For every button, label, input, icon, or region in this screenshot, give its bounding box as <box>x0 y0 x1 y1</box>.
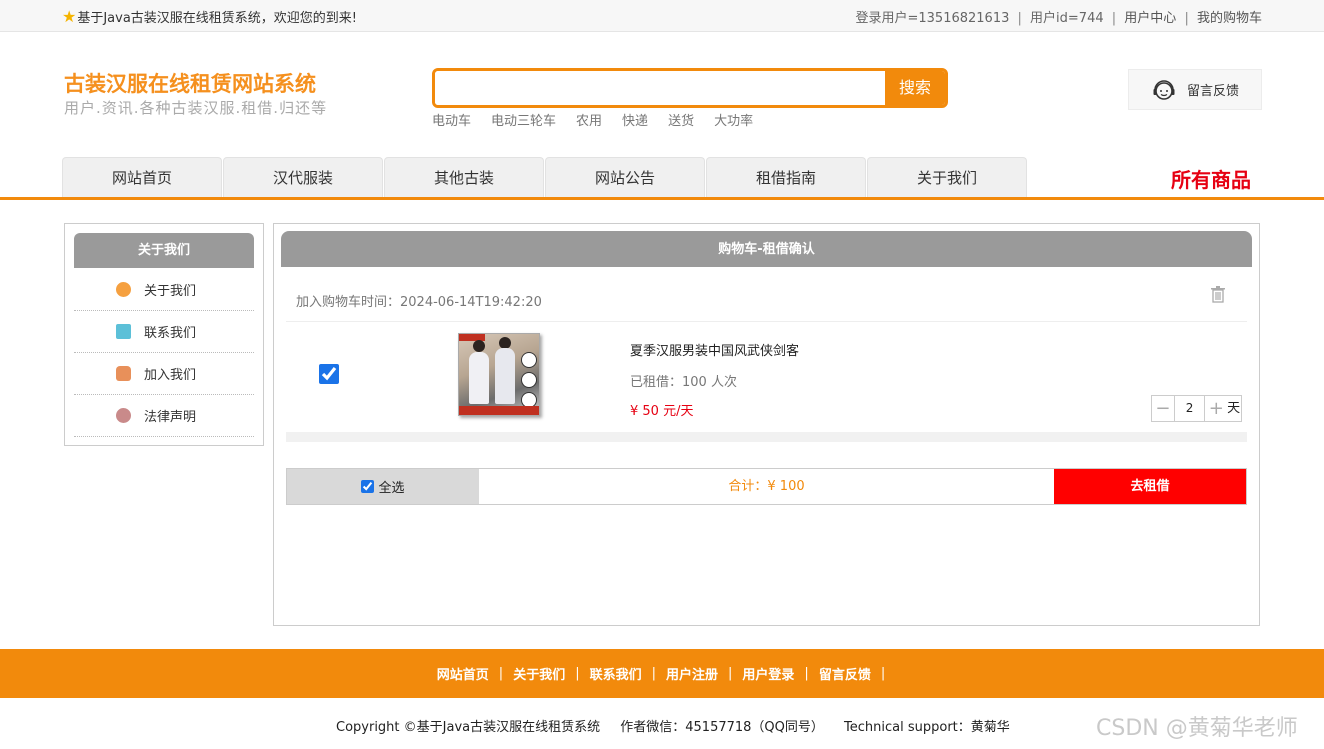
separator: | <box>1017 11 1022 26</box>
lock-icon <box>116 366 131 381</box>
image-detail-circle <box>521 352 537 368</box>
author-contact: 作者微信：45157718（QQ同号） <box>620 720 824 735</box>
sidebar-item-label: 联系我们 <box>144 326 197 341</box>
quantity-unit: 天 <box>1227 401 1241 416</box>
separator: | <box>804 666 809 681</box>
separator: | <box>880 666 886 681</box>
hotword-link[interactable]: 电动车 <box>432 110 471 129</box>
hotword-link[interactable]: 大功率 <box>714 110 753 129</box>
orange-circle-icon <box>116 282 131 297</box>
main-nav: 网站首页 汉代服装 其他古装 网站公告 租借指南 关于我们 <box>62 157 1028 197</box>
cart-added-time: 加入购物车时间：2024-06-14T19:42:20 <box>296 295 542 310</box>
all-goods-link[interactable]: 所有商品 <box>1171 164 1251 193</box>
star-icon: ★ <box>62 6 77 26</box>
nav-tab-home[interactable]: 网站首页 <box>62 157 222 197</box>
nav-tab-other-costumes[interactable]: 其他古装 <box>384 157 544 197</box>
search-box: 搜索 <box>432 68 948 108</box>
separator: | <box>1111 11 1117 26</box>
hotword-link[interactable]: 送货 <box>668 110 694 129</box>
select-all-label: 全选 <box>378 481 405 496</box>
item-separator-bar <box>286 432 1247 442</box>
footer-link-home[interactable]: 网站首页 <box>437 664 489 683</box>
sidebar-item-contact[interactable]: 联系我们 <box>74 311 254 353</box>
checkout-button[interactable]: 去租借 <box>1054 469 1246 504</box>
select-all[interactable]: 全选 <box>287 469 479 504</box>
image-caption-strip <box>459 406 539 415</box>
decrement-button[interactable]: − <box>1152 396 1174 421</box>
hotword-link[interactable]: 农用 <box>576 110 602 129</box>
copyright: Copyright ©基于Java古装汉服在线租赁系统 作者微信：4515771… <box>336 716 1026 735</box>
hotword-link[interactable]: 电动三轮车 <box>491 110 556 129</box>
user-center-link[interactable]: 用户中心 <box>1124 11 1176 26</box>
product-image[interactable] <box>458 333 540 416</box>
hot-keywords: 电动车 电动三轮车 农用 快递 送货 大功率 <box>432 110 773 129</box>
product-rented-count: 已租借：100 人次 <box>630 375 737 390</box>
select-all-checkbox[interactable] <box>361 480 375 493</box>
sidebar-item-label: 关于我们 <box>144 284 197 299</box>
footer-link-about[interactable]: 关于我们 <box>513 664 565 683</box>
copyright-text: Copyright ©基于Java古装汉服在线租赁系统 <box>336 720 601 735</box>
clipboard-icon <box>116 324 131 339</box>
search-input[interactable] <box>435 71 887 105</box>
separator: | <box>575 666 580 681</box>
sidebar-item-legal[interactable]: 法律声明 <box>74 395 254 437</box>
customer-service-icon <box>1153 79 1175 100</box>
image-figure <box>495 348 515 404</box>
site-subtitle: 用户.资讯.各种古装汉服.租借.归还等 <box>64 99 328 117</box>
footer-link-contact[interactable]: 联系我们 <box>590 664 642 683</box>
welcome-text: 基于Java古装汉服在线租赁系统，欢迎您的到来! <box>77 11 358 26</box>
image-figure-head <box>473 340 485 352</box>
my-cart-link[interactable]: 我的购物车 <box>1197 11 1262 26</box>
divider <box>286 321 1247 322</box>
increment-button[interactable]: + <box>1205 396 1227 421</box>
search-button[interactable]: 搜索 <box>885 71 945 105</box>
sidebar-item-label: 法律声明 <box>144 410 197 425</box>
checkout-bar: 全选 合计：¥ 100 去租借 <box>286 468 1247 505</box>
hotword-link[interactable]: 快递 <box>622 110 648 129</box>
nav-divider <box>0 197 1324 200</box>
nav-tab-rental-guide[interactable]: 租借指南 <box>706 157 866 197</box>
cart-title: 购物车-租借确认 <box>281 231 1252 267</box>
separator: | <box>1184 11 1189 26</box>
sidebar-title: 关于我们 <box>74 233 254 268</box>
user-links: 登录用户=13516821613 | 用户id=744 | 用户中心 | 我的购… <box>856 7 1263 26</box>
feedback-label: 留言反馈 <box>1187 84 1240 99</box>
technical-support: Technical support：黄菊华 <box>844 720 1010 735</box>
trash-icon[interactable] <box>1210 285 1226 303</box>
separator: | <box>728 666 733 681</box>
image-detail-circle <box>521 372 537 388</box>
item-checkbox[interactable] <box>319 364 339 384</box>
user-id-text: 用户id=744 <box>1030 11 1104 26</box>
top-bar: ★ 基于Java古装汉服在线租赁系统，欢迎您的到来! 登录用户=13516821… <box>0 0 1324 32</box>
site-title[interactable]: 古装汉服在线租赁网站系统 <box>64 68 316 98</box>
feedback-button[interactable]: 留言反馈 <box>1128 69 1262 110</box>
nav-tab-notices[interactable]: 网站公告 <box>545 157 705 197</box>
login-user-text: 登录用户=13516821613 <box>855 11 1010 26</box>
quantity-input[interactable]: 2 <box>1173 396 1206 421</box>
watermark: CSDN @黄菊华老师 <box>1096 716 1298 741</box>
nav-tab-about[interactable]: 关于我们 <box>867 157 1027 197</box>
cart-total: 合计：¥ 100 <box>479 469 1054 504</box>
sidebar-item-label: 加入我们 <box>144 368 197 383</box>
footer-link-register[interactable]: 用户注册 <box>666 664 718 683</box>
nav-tab-han-clothing[interactable]: 汉代服装 <box>223 157 383 197</box>
sidebar-item-join[interactable]: 加入我们 <box>74 353 254 395</box>
product-price: ¥ 50 元/天 <box>630 404 694 419</box>
sidebar-item-about[interactable]: 关于我们 <box>74 269 254 311</box>
separator: | <box>651 666 656 681</box>
separator: | <box>498 666 504 681</box>
image-figure <box>469 352 489 404</box>
sidebar: 关于我们 关于我们 联系我们 加入我们 法律声明 <box>64 223 264 446</box>
footer-link-login[interactable]: 用户登录 <box>742 664 794 683</box>
welcome-message: ★ 基于Java古装汉服在线租赁系统，欢迎您的到来! <box>62 7 357 26</box>
quantity-stepper: − 2 + 天 <box>1151 395 1242 422</box>
footer-link-feedback[interactable]: 留言反馈 <box>819 664 871 683</box>
footer-nav: 网站首页 | 关于我们 | 联系我们 | 用户注册 | 用户登录 | 留言反馈 | <box>0 649 1324 698</box>
power-icon <box>116 408 131 423</box>
product-name[interactable]: 夏季汉服男装中国风武侠剑客 <box>630 340 799 359</box>
cart-panel: 购物车-租借确认 加入购物车时间：2024-06-14T19:42:20 夏季汉… <box>273 223 1260 626</box>
